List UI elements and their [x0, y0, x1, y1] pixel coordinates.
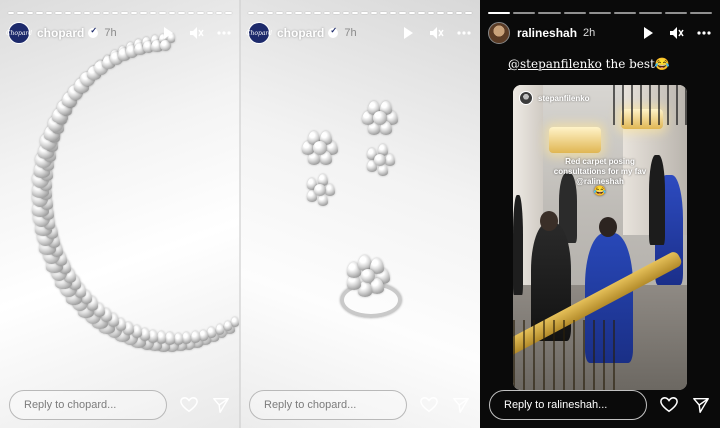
- diamond-stone: [231, 316, 240, 327]
- diamond-stone: [223, 321, 232, 332]
- ralineshah-avatar[interactable]: [488, 22, 510, 44]
- caption-text: the best😂: [601, 57, 670, 71]
- diamond-stone: [165, 332, 175, 345]
- mute-icon[interactable]: [188, 25, 204, 41]
- more-icon[interactable]: [456, 25, 472, 41]
- person-woman-head: [599, 217, 617, 237]
- send-icon[interactable]: [451, 395, 471, 415]
- story-footer: Reply to chopard...: [9, 390, 231, 420]
- story-header: ralineshah 2h: [488, 20, 712, 46]
- diamond-stone: [361, 269, 375, 283]
- heart-icon[interactable]: [179, 395, 199, 415]
- progress-segment: [614, 12, 637, 14]
- diamond-stone: [207, 327, 216, 339]
- diamond-stone: [385, 154, 395, 166]
- chopard-avatar[interactable]: Chopard: [246, 22, 272, 44]
- diamond-stone: [182, 332, 192, 344]
- story-footer: Reply to ralineshah...: [489, 390, 711, 420]
- diamond-stone: [190, 331, 200, 343]
- progress-segment: [664, 12, 687, 14]
- verified-badge-icon: [328, 26, 339, 38]
- diamond-stone: [199, 329, 208, 341]
- chopard-avatar[interactable]: Chopard: [6, 22, 32, 44]
- play-icon[interactable]: [640, 25, 656, 41]
- story-header: Chopard chopard 7h: [246, 20, 472, 46]
- laughing-emoji: 😂: [593, 186, 607, 197]
- story-timestamp: 2h: [583, 27, 596, 39]
- story-panel-chopard-necklace[interactable]: Chopard chopard 7h Reply to chopard...: [0, 0, 240, 428]
- story-footer: Reply to chopard...: [249, 390, 471, 420]
- person-dark-suit-left: [513, 195, 523, 295]
- diamond-stone: [325, 184, 335, 196]
- story-header: Chopard chopard 7h: [6, 20, 232, 46]
- diamond-stone: [215, 324, 224, 335]
- diamond-stone: [156, 331, 167, 344]
- progress-segment: [639, 12, 662, 14]
- story-panel-chopard-earrings-ring[interactable]: Chopard chopard 7h Reply to chopard...: [240, 0, 480, 428]
- reshared-card-header: stepanfilenko: [519, 91, 590, 105]
- story-username[interactable]: chopard: [37, 26, 84, 40]
- verified-badge-icon: [88, 26, 99, 38]
- story-divider: [239, 0, 241, 428]
- story-progress-bar: [488, 12, 712, 14]
- stepanfilenko-avatar[interactable]: [519, 91, 533, 105]
- reshared-card-caption: Red carpet posing consultations for my f…: [553, 157, 647, 197]
- earrings-image: [240, 0, 480, 428]
- send-icon[interactable]: [691, 395, 711, 415]
- play-icon[interactable]: [400, 25, 416, 41]
- reshared-story-card[interactable]: stepanfilenko Red carpet posing consulta…: [513, 85, 687, 390]
- story-panel-ralineshah[interactable]: ralineshah 2h @stepanfilenko the best😂 s…: [480, 0, 720, 428]
- progress-segment: [538, 12, 561, 14]
- more-icon[interactable]: [696, 25, 712, 41]
- diamond-stone: [373, 111, 387, 125]
- send-icon[interactable]: [211, 395, 231, 415]
- story-username[interactable]: ralineshah: [517, 26, 577, 40]
- more-icon[interactable]: [216, 25, 232, 41]
- reply-input[interactable]: Reply to ralineshah...: [489, 390, 647, 420]
- heart-icon[interactable]: [659, 395, 679, 415]
- diamond-stone: [374, 154, 386, 166]
- story-caption: @stepanfilenko the best😂: [508, 57, 670, 71]
- necklace-image: [0, 0, 240, 428]
- diamond-stone: [314, 184, 326, 196]
- play-icon[interactable]: [160, 25, 176, 41]
- story-timestamp: 7h: [344, 27, 357, 39]
- reshared-card-username[interactable]: stepanfilenko: [538, 94, 590, 103]
- chandelier-left: [549, 127, 601, 153]
- caption-mention-link[interactable]: @stepanfilenko: [508, 57, 602, 71]
- progress-segment: [689, 12, 712, 14]
- story-timestamp: 7h: [104, 27, 117, 39]
- progress-segment: [513, 12, 536, 14]
- progress-segment: [563, 12, 586, 14]
- stair-balusters: [513, 320, 623, 390]
- diamond-stone: [313, 141, 327, 155]
- mute-icon[interactable]: [668, 25, 684, 41]
- progress-segment: [588, 12, 612, 14]
- story-username[interactable]: chopard: [277, 26, 324, 40]
- mute-icon[interactable]: [428, 25, 444, 41]
- heart-icon[interactable]: [419, 395, 439, 415]
- iron-railing: [613, 85, 687, 125]
- person-man-head: [540, 211, 558, 231]
- diamond-stone: [173, 332, 183, 345]
- progress-segment: [488, 12, 511, 14]
- reply-input[interactable]: Reply to chopard...: [249, 390, 407, 420]
- reply-input[interactable]: Reply to chopard...: [9, 390, 167, 420]
